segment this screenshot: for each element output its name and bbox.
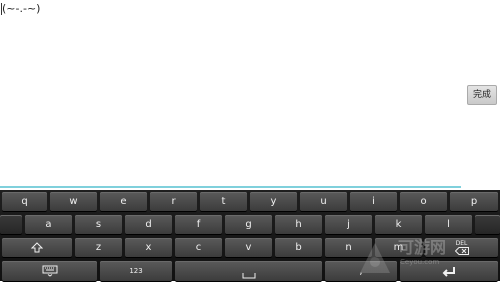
space-icon: [242, 273, 255, 279]
done-button[interactable]: 完成: [467, 85, 497, 105]
key-v[interactable]: v: [225, 238, 272, 257]
key-label: l: [447, 219, 450, 230]
key-label: m: [393, 242, 404, 253]
delete-key[interactable]: DEL: [425, 238, 498, 257]
key-label: p: [470, 196, 478, 207]
soft-keyboard: q w e r t y u i o p a s d f g h j k l z …: [0, 190, 500, 281]
key-label: a: [45, 219, 52, 230]
keyboard-hide-icon: [42, 265, 57, 277]
key-n[interactable]: n: [325, 238, 372, 257]
key-z[interactable]: z: [75, 238, 122, 257]
backspace-icon: [454, 246, 469, 255]
key-j[interactable]: j: [325, 215, 372, 234]
key-label: j: [347, 219, 350, 230]
numbers-key[interactable]: 123: [100, 261, 172, 281]
key-m[interactable]: m: [375, 238, 422, 257]
key-label: c: [195, 242, 202, 253]
key-label: y: [270, 196, 277, 207]
key-label: h: [295, 219, 302, 230]
key-r[interactable]: r: [150, 192, 197, 211]
numbers-key-label: 123: [129, 267, 143, 275]
key-y[interactable]: y: [250, 192, 297, 211]
key-f[interactable]: f: [175, 215, 222, 234]
key-o[interactable]: o: [400, 192, 447, 211]
key-label: e: [120, 196, 127, 207]
key-label: z: [95, 242, 102, 253]
key-k[interactable]: k: [375, 215, 422, 234]
key-w[interactable]: w: [50, 192, 97, 211]
key-t[interactable]: t: [200, 192, 247, 211]
key-u[interactable]: u: [300, 192, 347, 211]
key-label: s: [95, 219, 102, 230]
key-label: b: [295, 242, 302, 253]
key-label: o: [420, 196, 427, 207]
text-editor[interactable]: (~-.-~) 完成: [0, 0, 500, 188]
key-label: t: [221, 196, 226, 207]
shift-key[interactable]: [2, 238, 72, 257]
key-l[interactable]: l: [425, 215, 472, 234]
input-underline: [0, 186, 461, 188]
key-label: u: [320, 196, 327, 207]
space-key[interactable]: [175, 261, 322, 281]
key-label: g: [245, 219, 252, 230]
key-label: k: [395, 219, 402, 230]
key-p[interactable]: p: [450, 192, 498, 211]
key-label: f: [196, 219, 201, 230]
key-x[interactable]: x: [125, 238, 172, 257]
key-a[interactable]: a: [25, 215, 72, 234]
key-c[interactable]: c: [175, 238, 222, 257]
symbol-key-label: ,: [359, 265, 363, 277]
key-label: d: [145, 219, 152, 230]
key-label: q: [21, 196, 28, 207]
key-b[interactable]: b: [275, 238, 322, 257]
key-g[interactable]: g: [225, 215, 272, 234]
enter-key[interactable]: [400, 261, 498, 281]
editor-text: (~-.-~): [2, 2, 41, 15]
hide-keyboard-key[interactable]: [2, 261, 97, 281]
key-label: v: [245, 242, 252, 253]
key-e[interactable]: e: [100, 192, 147, 211]
shift-icon: [31, 242, 43, 253]
key-label: i: [372, 196, 375, 207]
key-d[interactable]: d: [125, 215, 172, 234]
key-label: n: [345, 242, 352, 253]
key-label: r: [171, 196, 176, 207]
key-h[interactable]: h: [275, 215, 322, 234]
key-i[interactable]: i: [350, 192, 397, 211]
key-q[interactable]: q: [2, 192, 47, 211]
key-label: x: [145, 242, 152, 253]
key-left-spacer: [0, 215, 22, 234]
key-label: w: [69, 196, 78, 207]
enter-icon: [442, 266, 455, 277]
key-right-spacer: [475, 215, 500, 234]
symbol-key[interactable]: ,: [325, 261, 397, 281]
key-s[interactable]: s: [75, 215, 122, 234]
